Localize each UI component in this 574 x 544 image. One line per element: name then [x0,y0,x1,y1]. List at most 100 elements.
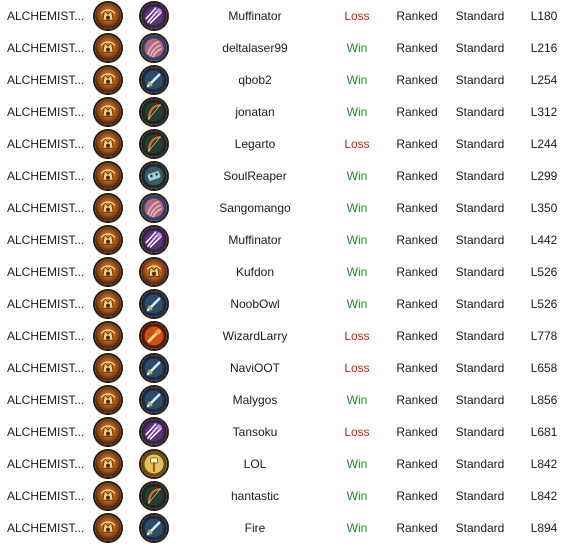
opponent-name: LOL [243,457,267,471]
opponent-name: Muffinator [228,233,282,247]
deck-name: ALCHEMIST... [7,297,85,311]
opponent-name: NoobOwl [230,297,280,311]
hero-portrait-icon [93,65,123,95]
match-row[interactable]: ALCHEMIST... Muffinator Loss Ranked Standard… [0,0,574,32]
bow-icon [139,97,169,127]
game-format: Standard [455,105,505,119]
match-result: Win [346,41,368,55]
rank-value: L216 [530,41,558,55]
rank-value: L658 [530,361,558,375]
game-mode: Ranked [396,137,438,151]
hero-portrait-icon [93,129,123,159]
game-format: Standard [455,169,505,183]
hero-portrait-icon [93,289,123,319]
deck-name: ALCHEMIST... [7,73,85,87]
tentacle-icon [139,193,169,223]
match-result: Loss [344,329,370,343]
rank-value: L350 [530,201,558,215]
game-format: Standard [455,329,505,343]
bow-icon [139,129,169,159]
game-mode: Ranked [396,457,438,471]
game-mode: Ranked [396,169,438,183]
deck-name: ALCHEMIST... [7,105,85,119]
opponent-name: Fire [244,521,266,535]
game-format: Standard [455,393,505,407]
match-result: Win [346,105,368,119]
match-row[interactable]: ALCHEMIST... NoobOwl Win Ranked Standard L526 [0,288,574,320]
opponent-name: Malygos [232,393,278,407]
match-result: Win [346,457,368,471]
hero-portrait-icon [93,257,123,287]
match-row[interactable]: ALCHEMIST... Sangomango Win Ranked Standard L… [0,192,574,224]
match-row[interactable]: ALCHEMIST... hantastic Win Ranked Standard L8… [0,480,574,512]
claw-icon [139,417,169,447]
opponent-name: Muffinator [228,9,282,23]
game-format: Standard [455,297,505,311]
sword-icon [139,385,169,415]
game-format: Standard [455,233,505,247]
game-mode: Ranked [396,105,438,119]
sword-icon [139,513,169,543]
match-row[interactable]: ALCHEMIST... NaviOOT Loss Ranked Standard L65… [0,352,574,384]
match-row[interactable]: ALCHEMIST... qbob2 Win Ranked Standard L254 [0,64,574,96]
match-row[interactable]: ALCHEMIST... Fire Win Ranked Standard L894 [0,512,574,544]
sword-icon [139,289,169,319]
match-result: Win [346,73,368,87]
match-row[interactable]: ALCHEMIST... Malygos Win Ranked Standard L856 [0,384,574,416]
rank-value: L442 [530,233,558,247]
sword-icon [139,65,169,95]
match-result: Loss [344,137,370,151]
match-result: Win [346,169,368,183]
game-format: Standard [455,201,505,215]
opponent-name: SoulReaper [223,169,287,183]
game-mode: Ranked [396,41,438,55]
match-row[interactable]: ALCHEMIST... WizardLarry Loss Ranked Standar… [0,320,574,352]
opponent-name: hantastic [230,489,280,503]
match-result: Win [346,233,368,247]
game-format: Standard [455,137,505,151]
match-result: Loss [344,425,370,439]
opponent-name: deltalaser99 [222,41,288,55]
match-row[interactable]: ALCHEMIST... Legarto Loss Ranked Standard L24… [0,128,574,160]
opponent-name: qbob2 [238,73,272,87]
match-result: Win [346,297,368,311]
hero-portrait-icon [93,481,123,511]
game-mode: Ranked [396,233,438,247]
game-mode: Ranked [396,489,438,503]
rank-value: L526 [530,265,558,279]
deck-name: ALCHEMIST... [7,201,85,215]
game-format: Standard [455,41,505,55]
game-mode: Ranked [396,201,438,215]
game-format: Standard [455,9,505,23]
claw-icon [139,225,169,255]
match-row[interactable]: ALCHEMIST... Muffinator Win Ranked Standard L… [0,224,574,256]
game-mode: Ranked [396,73,438,87]
hero-portrait-icon [139,257,169,287]
match-row[interactable]: ALCHEMIST... deltalaser99 Win Ranked Standar… [0,32,574,64]
match-row[interactable]: ALCHEMIST... LOL Win Ranked Standard L842 [0,448,574,480]
match-row[interactable]: ALCHEMIST... Kufdon Win Ranked Standard L526 [0,256,574,288]
game-mode: Ranked [396,329,438,343]
hero-portrait-icon [93,1,123,31]
opponent-name: Sangomango [219,201,291,215]
hero-portrait-icon [93,225,123,255]
opponent-name: WizardLarry [222,329,288,343]
opponent-name: NaviOOT [229,361,280,375]
game-format: Standard [455,265,505,279]
match-result: Win [346,393,368,407]
mech-icon [139,161,169,191]
game-mode: Ranked [396,361,438,375]
sword-icon [139,353,169,383]
tentacle-icon [139,33,169,63]
hero-portrait-icon [93,449,123,479]
deck-name: ALCHEMIST... [7,361,85,375]
rank-value: L180 [530,9,558,23]
match-row[interactable]: ALCHEMIST... Tansoku Loss Ranked Standard L68… [0,416,574,448]
match-row[interactable]: ALCHEMIST... SoulReaper Win Ranked Standard L… [0,160,574,192]
opponent-name: jonatan [235,105,275,119]
deck-name: ALCHEMIST... [7,9,85,23]
game-format: Standard [455,361,505,375]
game-format: Standard [455,521,505,535]
match-row[interactable]: ALCHEMIST... jonatan Win Ranked Standard L312 [0,96,574,128]
hero-portrait-icon [93,161,123,191]
